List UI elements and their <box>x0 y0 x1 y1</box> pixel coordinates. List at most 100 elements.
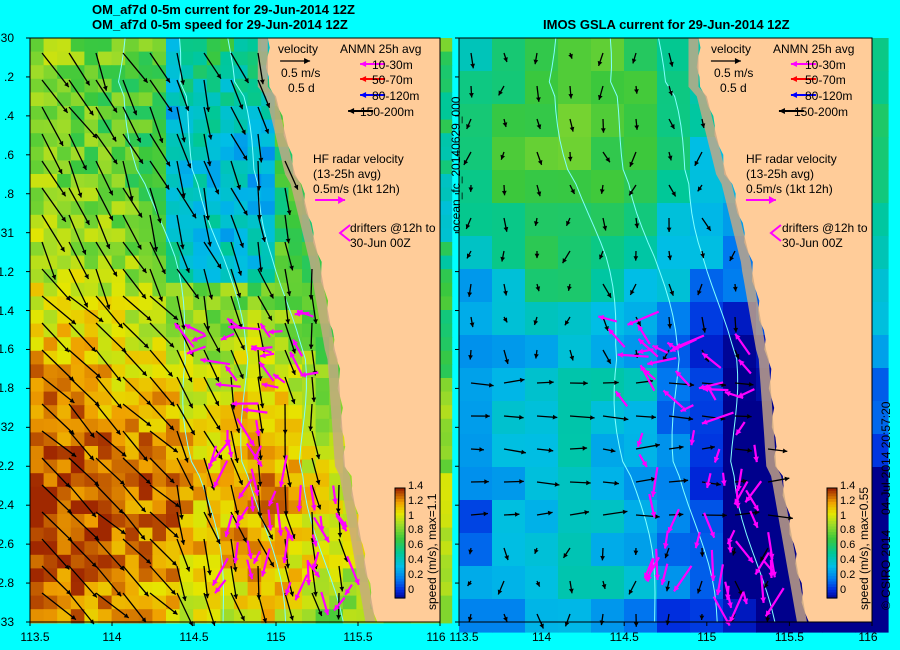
speed-cell <box>220 119 235 134</box>
speed-cell <box>138 337 153 352</box>
speed-cell <box>138 378 153 393</box>
speed-cell <box>206 51 221 66</box>
anmn-legend-item: 50-70m <box>372 73 413 87</box>
speed-cell <box>138 364 153 379</box>
speed-cell <box>342 609 357 624</box>
speed-cell <box>220 174 235 189</box>
speed-cell <box>43 310 58 325</box>
y-tick-label: .8 <box>3 186 14 201</box>
hf-legend-avg: (13-25h avg) <box>746 167 815 181</box>
speed-cell <box>247 92 262 107</box>
speed-cell <box>30 405 45 420</box>
speed-cell <box>220 106 235 121</box>
speed-cell <box>84 282 99 297</box>
speed-cell <box>492 467 526 501</box>
speed-cell <box>525 434 559 468</box>
speed-cell <box>657 236 691 270</box>
speed-cell <box>302 323 317 338</box>
speed-cell <box>657 269 691 303</box>
drifters-legend-line2: 30-Jun 00Z <box>782 236 843 250</box>
speed-cell <box>261 310 276 325</box>
right-side-label: ocean_fc_20140629_000 <box>449 96 463 232</box>
speed-cell <box>84 405 99 420</box>
speed-cell <box>57 92 72 107</box>
speed-cell <box>193 146 208 161</box>
speed-cell <box>492 533 526 567</box>
speed-cell <box>125 282 140 297</box>
speed-cell <box>98 527 113 542</box>
speed-cell <box>193 119 208 134</box>
anmn-legend-title: ANMN 25h avg <box>340 42 422 56</box>
speed-cell <box>30 160 45 175</box>
x-tick-label: 114 <box>102 630 122 644</box>
speed-cell <box>43 527 58 542</box>
speed-cell <box>261 582 276 597</box>
speed-cell <box>84 568 99 583</box>
speed-cell <box>57 282 72 297</box>
drifters-legend-line1: drifters @12h to <box>782 221 868 235</box>
speed-cell <box>492 71 526 105</box>
speed-cell <box>84 242 99 257</box>
y-tick-label: -30 <box>0 31 14 45</box>
speed-cell <box>315 486 330 501</box>
speed-cell <box>70 282 85 297</box>
speed-cell <box>57 541 72 556</box>
speed-cell <box>690 302 724 336</box>
speed-cell <box>84 337 99 352</box>
y-tick-label: .4 <box>3 108 14 123</box>
speed-cell <box>220 38 235 53</box>
speed-cell <box>591 38 625 72</box>
speed-cell <box>30 609 45 624</box>
y-tick-label: 2.6 <box>0 537 14 552</box>
hf-legend-title: HF radar velocity <box>313 152 404 166</box>
speed-cell <box>591 170 625 204</box>
speed-cell <box>492 104 526 138</box>
speed-cell <box>179 51 194 66</box>
speed-cell <box>98 337 113 352</box>
speed-cell <box>57 337 72 352</box>
speed-cell <box>111 119 126 134</box>
speed-cell <box>179 473 194 488</box>
y-tick-label: -32 <box>0 420 14 435</box>
left-colorbar <box>394 487 406 599</box>
speed-cell <box>624 137 658 171</box>
speed-cell <box>525 368 559 402</box>
speed-cell <box>30 65 45 80</box>
speed-cell <box>220 92 235 107</box>
x-tick-label: 113.5 <box>20 630 50 644</box>
speed-cell <box>206 269 221 284</box>
speed-cell <box>84 201 99 216</box>
speed-cell <box>492 302 526 336</box>
x-tick-label: 115 <box>266 630 286 644</box>
speed-cell <box>84 65 99 80</box>
speed-cell <box>138 38 153 53</box>
speed-cell <box>591 533 625 567</box>
speed-cell <box>525 599 559 633</box>
speed-cell <box>206 310 221 325</box>
speed-cell <box>247 106 262 121</box>
speed-cell <box>525 170 559 204</box>
speed-cell <box>57 119 72 134</box>
speed-cell <box>206 541 221 556</box>
speed-cell <box>459 236 493 270</box>
speed-cell <box>459 401 493 435</box>
speed-cell <box>98 228 113 243</box>
speed-cell <box>558 104 592 138</box>
speed-cell <box>166 418 181 433</box>
speed-cell <box>558 533 592 567</box>
speed-cell <box>30 201 45 216</box>
speed-cell <box>152 418 167 433</box>
speed-cell <box>657 203 691 237</box>
speed-cell <box>70 106 85 121</box>
speed-cell <box>288 541 303 556</box>
speed-cell <box>591 599 625 633</box>
speed-cell <box>261 473 276 488</box>
speed-cell <box>624 566 658 600</box>
speed-cell <box>179 554 194 569</box>
x-tick-label: 115 <box>697 630 717 644</box>
speed-cell <box>315 418 330 433</box>
speed-cell <box>30 582 45 597</box>
speed-cell <box>558 368 592 402</box>
speed-cell <box>166 65 181 80</box>
speed-cell <box>193 514 208 529</box>
